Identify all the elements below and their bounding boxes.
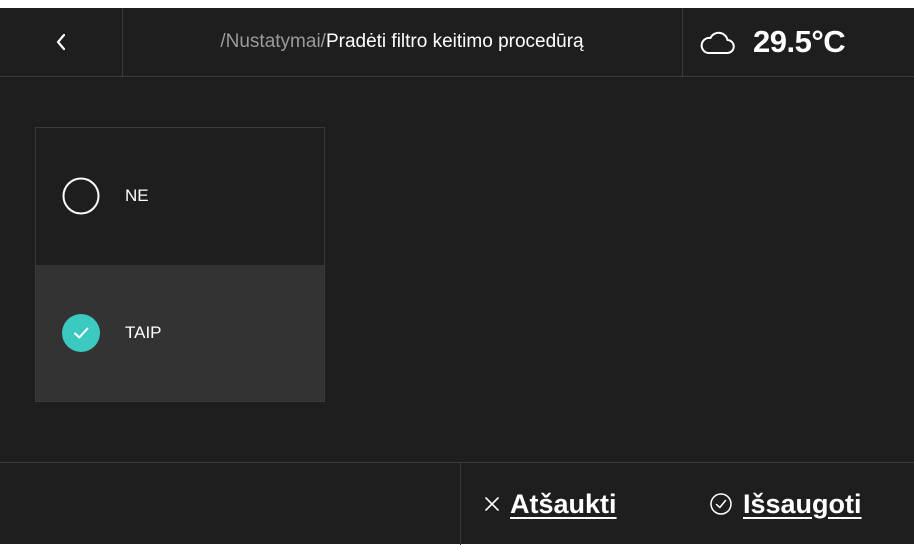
divider [460,463,461,545]
temperature-value: 29.5°C [753,24,846,59]
breadcrumb-current: Pradėti filtro keitimo procedūrą [325,31,584,52]
radio-unchecked-icon[interactable] [61,176,101,216]
breadcrumb: /Nustatymai/Pradėti filtro keitimo proce… [123,8,681,76]
cancel-button[interactable]: Atšaukti [484,463,617,545]
close-icon [484,496,500,512]
option-list: NE TAIP [35,127,325,402]
option-taip[interactable]: TAIP [36,265,324,401]
breadcrumb-parent[interactable]: /Nustatymai/ [220,31,326,53]
chevron-left-icon [56,33,66,51]
save-button[interactable]: Išsaugoti [709,463,862,545]
save-label: Išsaugoti [743,488,862,519]
bottom-bar: Atšaukti Išsaugoti [0,462,914,545]
top-bar: /Nustatymai/Pradėti filtro keitimo proce… [0,8,914,77]
check-circle-icon [709,492,733,516]
weather-widget: 29.5°C [682,8,914,76]
option-label: NE [125,186,149,205]
screen: /Nustatymai/Pradėti filtro keitimo proce… [0,8,914,545]
cancel-label: Atšaukti [510,488,617,519]
option-label: TAIP [125,323,162,342]
radio-checked-icon[interactable] [61,313,101,353]
cloud-icon [699,27,735,57]
back-button[interactable] [0,8,123,76]
option-ne[interactable]: NE [36,128,324,264]
